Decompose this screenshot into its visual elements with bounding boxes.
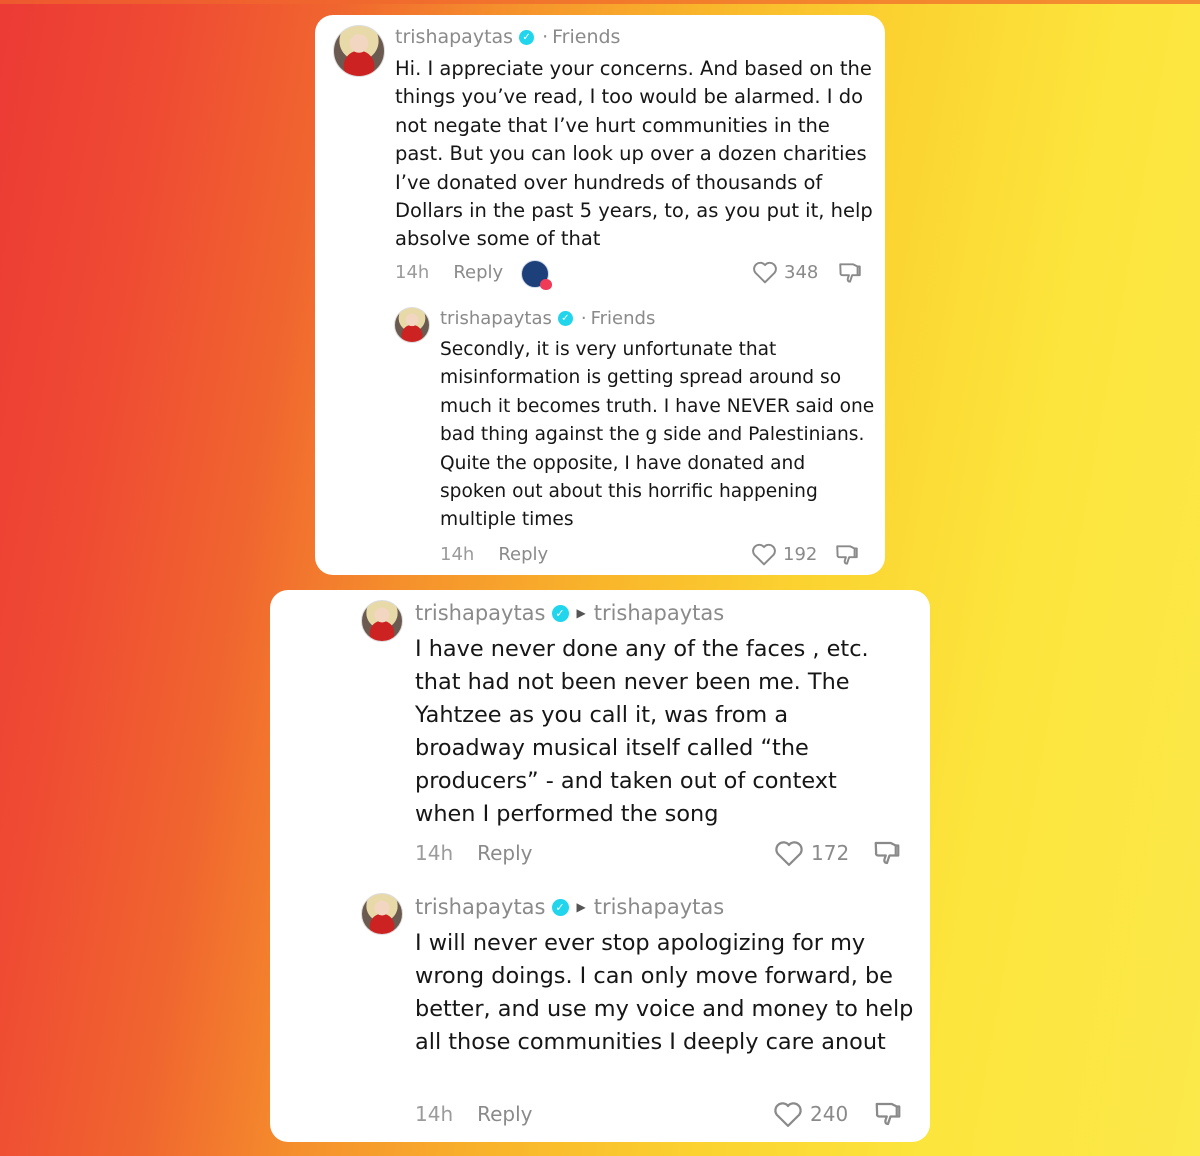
avatar[interactable]: [361, 893, 403, 935]
reply-button[interactable]: Reply: [477, 841, 532, 865]
heart-outline-icon: [753, 261, 777, 284]
comment-card-bottom: trishapaytas ✓ ▶ trishapaytas I have nev…: [270, 590, 930, 1142]
comment-footer: 14h Reply: [440, 541, 548, 567]
dislike-button[interactable]: [837, 260, 863, 286]
like-button[interactable]: 240: [773, 1099, 848, 1129]
verified-check-icon: ✓: [551, 898, 569, 916]
context-label: Friends: [590, 307, 656, 329]
reply-to-username[interactable]: trishapaytas: [594, 895, 725, 919]
reply-button[interactable]: Reply: [477, 1102, 532, 1126]
username[interactable]: trishapaytas: [415, 895, 546, 919]
comment-text: I will never ever stop apologizing for m…: [415, 930, 914, 1055]
comment-text: Hi. I appreciate your concerns. And base…: [395, 57, 873, 251]
comment-footer: 14h Reply: [415, 1099, 533, 1129]
timestamp: 14h: [440, 543, 475, 565]
comment-card-top: trishapaytas ✓ · Friends Hi. I appreciat…: [315, 15, 885, 575]
context-label: Friends: [552, 26, 621, 48]
reply-button[interactable]: Reply: [453, 262, 503, 283]
comment-meta: trishapaytas ✓ ▶ trishapaytas: [415, 599, 724, 627]
like-count: 348: [784, 261, 819, 283]
thumbs-down-outline-icon: [836, 545, 858, 565]
like-count: 240: [810, 1102, 849, 1126]
verified-check-icon: ✓: [557, 310, 573, 326]
dislike-button[interactable]: [834, 542, 860, 568]
thumbs-down-outline-icon: [874, 841, 900, 865]
thumbs-down-outline-icon: [839, 263, 861, 283]
caret-right-icon: ▶: [576, 900, 586, 914]
dislike-button[interactable]: [873, 1099, 903, 1129]
reply-to-username[interactable]: trishapaytas: [594, 601, 725, 625]
like-button[interactable]: 192: [751, 541, 817, 567]
comment-meta: trishapaytas ✓ · Friends: [395, 25, 620, 49]
timestamp: 14h: [395, 261, 430, 283]
verified-check-icon: ✓: [551, 604, 569, 622]
username[interactable]: trishapaytas: [440, 308, 552, 329]
creator-liked-badge-icon: [521, 260, 552, 290]
comment-meta: trishapaytas ✓ · Friends: [440, 306, 655, 330]
like-button[interactable]: 348: [752, 259, 818, 285]
separator-dot: ·: [580, 307, 587, 329]
avatar[interactable]: [333, 25, 385, 77]
heart-outline-icon: [774, 1102, 802, 1127]
caret-right-icon: ▶: [576, 606, 586, 620]
comment-footer: 14h Reply: [395, 259, 503, 285]
reply-button[interactable]: Reply: [498, 544, 548, 565]
timestamp: 14h: [415, 1102, 454, 1126]
avatar[interactable]: [394, 307, 430, 343]
comment-meta: trishapaytas ✓ ▶ trishapaytas: [415, 893, 724, 921]
username[interactable]: trishapaytas: [395, 26, 513, 48]
dislike-button[interactable]: [872, 838, 902, 868]
comment-footer: 14h Reply: [415, 838, 533, 868]
comment-text: Secondly, it is very unfortunate that mi…: [440, 339, 875, 531]
username[interactable]: trishapaytas: [415, 601, 546, 625]
separator-dot: ·: [542, 26, 549, 48]
like-button[interactable]: 172: [774, 838, 849, 868]
heart-outline-icon: [752, 543, 776, 566]
verified-check-icon: ✓: [519, 29, 535, 45]
thumbs-down-outline-icon: [875, 1102, 901, 1126]
like-count: 172: [811, 841, 850, 865]
avatar[interactable]: [361, 600, 403, 642]
like-count: 192: [783, 543, 818, 565]
heart-outline-icon: [775, 841, 803, 866]
timestamp: 14h: [415, 841, 454, 865]
comment-text: I have never done any of the faces , etc…: [415, 636, 869, 827]
